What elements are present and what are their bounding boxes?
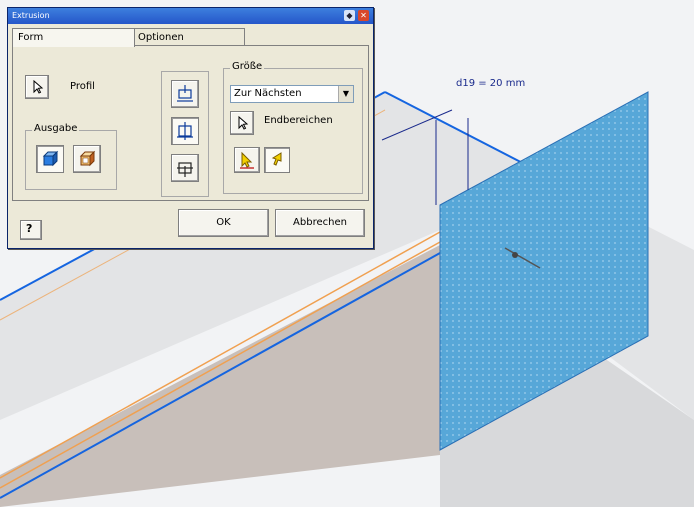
cursor-arrow-icon xyxy=(33,79,44,94)
direction-flip-b-icon xyxy=(271,152,282,166)
pin-icon[interactable]: ◆ xyxy=(344,10,355,21)
size-legend: Größe xyxy=(230,61,265,72)
surface-cube-icon xyxy=(79,150,96,167)
dialog-titlebar[interactable]: Extrusion ◆ ✕ xyxy=(8,8,373,24)
extent-value: Zur Nächsten xyxy=(234,88,302,99)
cancel-button[interactable]: Abbrechen xyxy=(275,209,365,237)
direction-flip-a-icon xyxy=(240,151,254,169)
extrusion-dialog: Extrusion ◆ ✕ Form Optionen Profil Ausga… xyxy=(7,7,374,249)
dimension-label[interactable]: d19 = 20 mm xyxy=(456,78,525,89)
solid-cube-icon xyxy=(42,150,59,167)
output-surface-button[interactable] xyxy=(73,145,101,173)
size-group: Größe Zur Nächsten ▼ Endbereichen xyxy=(223,61,363,194)
output-group: Ausgabe xyxy=(25,123,117,190)
direction-group xyxy=(161,71,209,197)
help-button[interactable]: ? xyxy=(20,220,42,240)
extrude-direction-symmetric-icon xyxy=(177,122,193,140)
ok-button[interactable]: OK xyxy=(178,209,269,237)
profile-button[interactable] xyxy=(25,75,49,99)
endpoint-select-button[interactable] xyxy=(230,111,254,135)
extrude-direction-up-icon xyxy=(177,85,193,102)
direction-arrow-origin xyxy=(512,252,518,258)
direction-flip-a-button[interactable] xyxy=(234,147,260,173)
chevron-down-icon[interactable]: ▼ xyxy=(338,86,353,102)
tab-strip: Form Optionen xyxy=(12,28,369,47)
direction-down-button[interactable] xyxy=(171,154,199,182)
help-icon: ? xyxy=(26,222,33,235)
direction-up-button[interactable] xyxy=(171,80,199,108)
endpoint-label: Endbereichen xyxy=(264,115,333,126)
form-tab-panel: Profil Ausgabe Größe Zur Nächsten ▼ Endb… xyxy=(12,45,369,201)
cursor-arrow-icon xyxy=(238,115,249,130)
profile-label: Profil xyxy=(70,81,95,92)
dialog-title: Extrusion xyxy=(12,11,50,20)
output-solid-button[interactable] xyxy=(36,145,64,173)
tab-form[interactable]: Form xyxy=(12,28,135,47)
extrude-direction-down-icon xyxy=(177,162,193,177)
direction-flip-b-button[interactable] xyxy=(264,147,290,173)
direction-symmetric-button[interactable] xyxy=(171,117,199,145)
close-icon[interactable]: ✕ xyxy=(358,10,369,21)
output-legend: Ausgabe xyxy=(32,123,80,134)
extent-dropdown[interactable]: Zur Nächsten ▼ xyxy=(230,85,354,103)
